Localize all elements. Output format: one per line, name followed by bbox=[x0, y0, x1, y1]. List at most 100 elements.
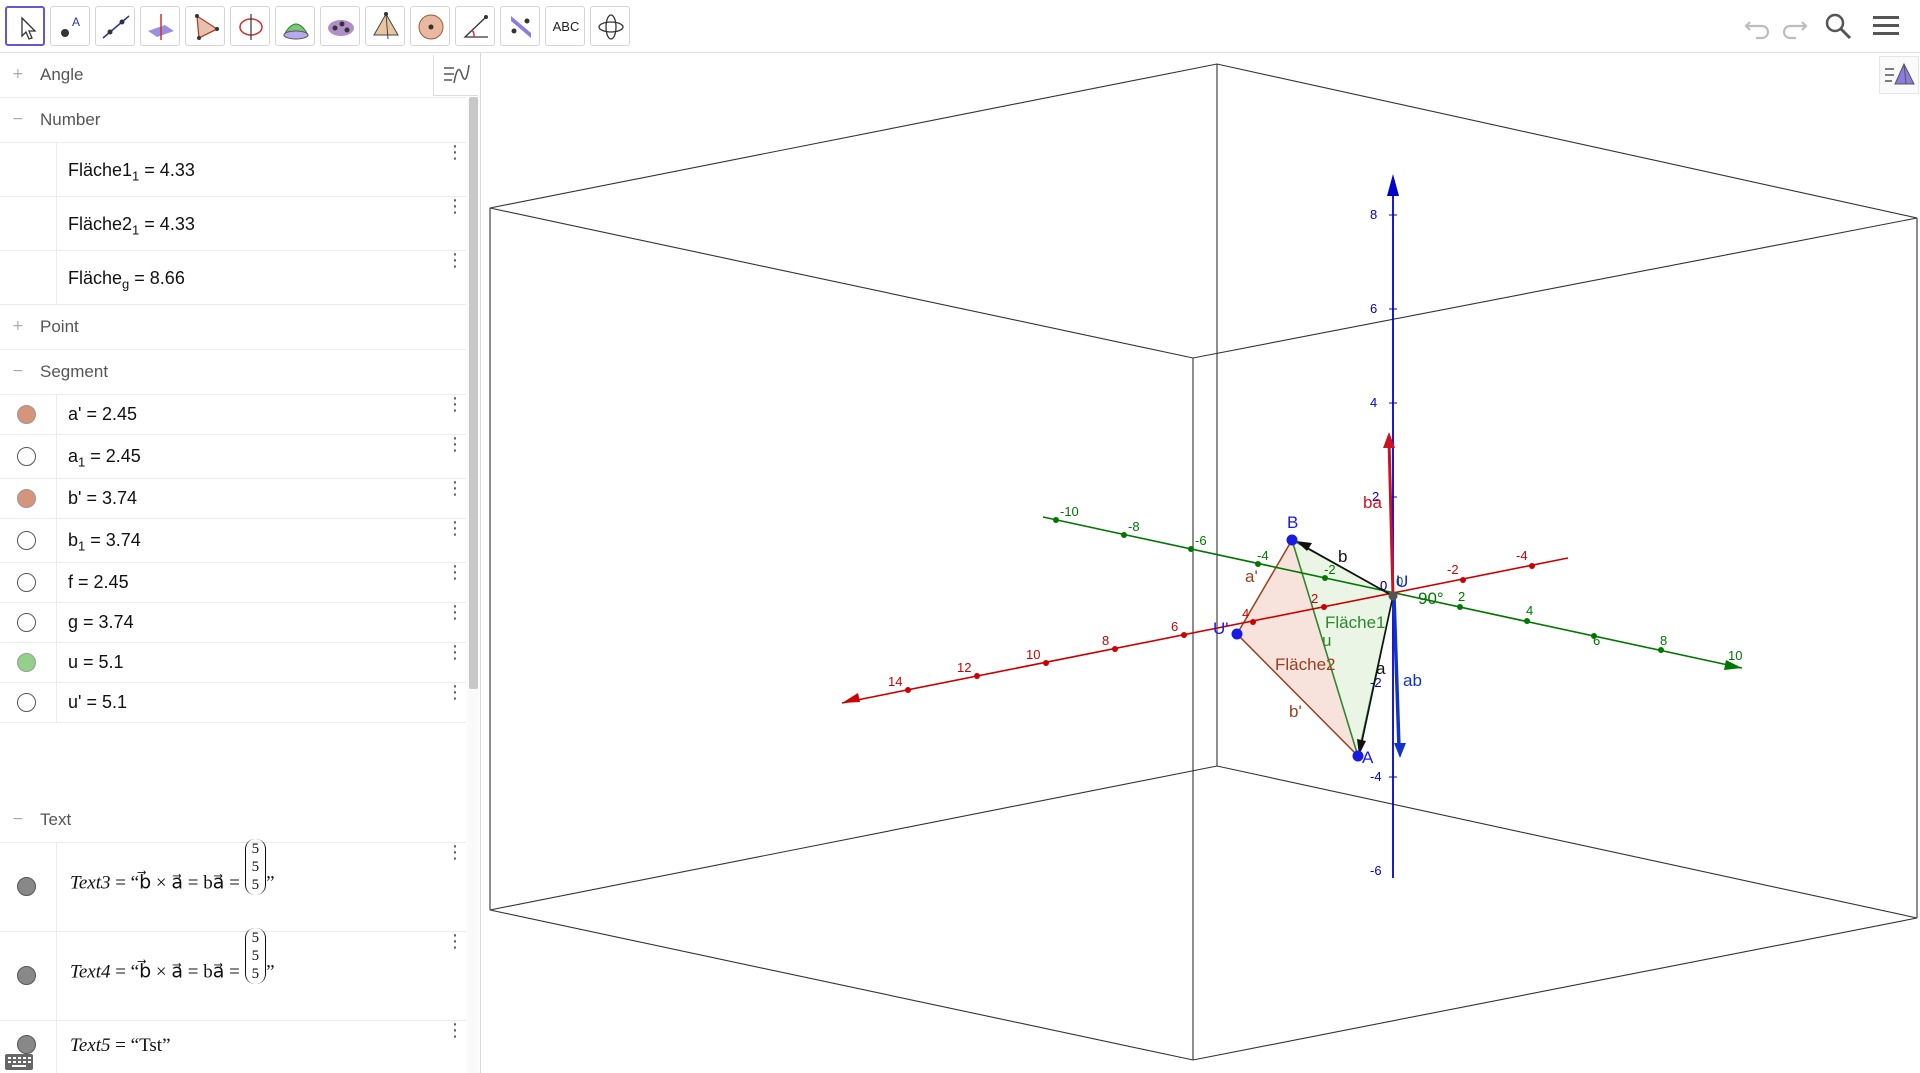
keyboard-icon[interactable] bbox=[4, 1053, 34, 1071]
more-options-icon[interactable]: ⋮ bbox=[446, 480, 464, 498]
text-row[interactable]: Text3 = “b⃗ × a⃗ = ba⃗ = 5 5 5” ⋮ bbox=[0, 839, 466, 932]
clipping-box bbox=[489, 63, 1918, 1061]
perpendicular-tool-button[interactable] bbox=[140, 6, 180, 46]
collapse-icon[interactable]: − bbox=[12, 112, 24, 126]
group-segment[interactable]: − Segment bbox=[0, 350, 466, 395]
text-row[interactable]: Text4 = “b⃗ × a⃗ = ba⃗ = 5 5 5” ⋮ bbox=[0, 928, 466, 1021]
more-options-icon[interactable]: ⋮ bbox=[446, 844, 464, 862]
visibility-toggle[interactable] bbox=[17, 404, 36, 424]
svg-text:Fläche2: Fläche2 bbox=[1275, 655, 1335, 674]
svg-text:b: b bbox=[1338, 547, 1347, 566]
circle-axis-tool-button[interactable] bbox=[230, 6, 270, 46]
pyramid-tool-button[interactable] bbox=[365, 6, 405, 46]
text-tool-button[interactable]: ABC bbox=[545, 6, 585, 46]
more-options-icon[interactable]: ⋮ bbox=[446, 198, 464, 216]
more-options-icon[interactable]: ⋮ bbox=[446, 252, 464, 270]
point-tool-button[interactable]: A bbox=[50, 6, 90, 46]
visibility-toggle[interactable] bbox=[17, 652, 36, 672]
segment-row[interactable]: b' = 3.74 ⋮ bbox=[0, 479, 466, 519]
more-options-icon[interactable]: ⋮ bbox=[446, 436, 464, 454]
graphics-3d-view[interactable]: 14 12 10 8 6 4 2 0 -2 -4 -10 -8 -6 -4 -2… bbox=[481, 53, 1920, 1073]
more-options-icon[interactable]: ⋮ bbox=[446, 396, 464, 414]
more-options-icon[interactable]: ⋮ bbox=[446, 520, 464, 538]
group-point[interactable]: + Point bbox=[0, 305, 466, 350]
more-options-icon[interactable]: ⋮ bbox=[446, 933, 464, 951]
segment-row[interactable]: g = 3.74 ⋮ bbox=[0, 603, 466, 643]
plane-tool-button[interactable] bbox=[320, 6, 360, 46]
reflect-tool-button[interactable] bbox=[500, 6, 540, 46]
visibility-toggle[interactable] bbox=[17, 966, 36, 985]
svg-text:a: a bbox=[1376, 659, 1386, 678]
visibility-toggle[interactable] bbox=[17, 488, 36, 508]
angle-icon bbox=[463, 15, 488, 38]
segment-row[interactable]: b1 = 3.74 ⋮ bbox=[0, 519, 466, 563]
perpendicular-line-icon bbox=[148, 14, 174, 40]
graphics-style-button[interactable] bbox=[1879, 56, 1919, 94]
expand-icon[interactable]: + bbox=[12, 67, 24, 81]
more-options-icon[interactable]: ⋮ bbox=[446, 144, 464, 162]
svg-text:B: B bbox=[1287, 513, 1298, 532]
point-u bbox=[1388, 591, 1398, 601]
svg-text:6: 6 bbox=[1370, 301, 1377, 316]
menu-icon[interactable] bbox=[1870, 10, 1902, 42]
more-options-icon[interactable]: ⋮ bbox=[446, 684, 464, 702]
move-tool-button[interactable] bbox=[5, 6, 45, 46]
svg-text:-4: -4 bbox=[1516, 548, 1528, 563]
svg-text:-8: -8 bbox=[1128, 519, 1140, 534]
svg-text:4: 4 bbox=[1526, 603, 1533, 618]
polygon-tool-button[interactable] bbox=[185, 6, 225, 46]
more-options-icon[interactable]: ⋮ bbox=[446, 604, 464, 622]
visibility-toggle[interactable] bbox=[17, 446, 36, 466]
svg-text:8: 8 bbox=[1102, 633, 1109, 648]
collapse-icon[interactable]: − bbox=[12, 812, 24, 826]
svg-text:6: 6 bbox=[1171, 619, 1178, 634]
expand-icon[interactable]: + bbox=[12, 319, 24, 333]
more-options-icon[interactable]: ⋮ bbox=[446, 1022, 464, 1040]
svg-text:6: 6 bbox=[1593, 633, 1600, 648]
toolbar: A ABC bbox=[0, 0, 1920, 53]
svg-text:4: 4 bbox=[1242, 606, 1249, 621]
group-angle[interactable]: + Angle bbox=[0, 53, 466, 98]
intersect-tool-button[interactable] bbox=[275, 6, 315, 46]
collapse-icon[interactable]: − bbox=[12, 364, 24, 378]
group-text[interactable]: − Text bbox=[0, 798, 466, 843]
undo-icon[interactable] bbox=[1742, 10, 1774, 42]
search-icon[interactable] bbox=[1822, 10, 1854, 42]
text-row[interactable]: Text5 = “Tst” ⋮ bbox=[0, 1021, 466, 1073]
visibility-toggle[interactable] bbox=[17, 530, 36, 550]
segment-row[interactable]: a' = 2.45 ⋮ bbox=[0, 395, 466, 435]
group-number[interactable]: − Number bbox=[0, 98, 466, 143]
segment-row[interactable]: f = 2.45 ⋮ bbox=[0, 563, 466, 603]
scrollbar-thumb[interactable] bbox=[469, 97, 478, 689]
svg-text:A: A bbox=[72, 15, 80, 29]
visibility-toggle[interactable] bbox=[17, 692, 36, 712]
line-tool-button[interactable] bbox=[95, 6, 135, 46]
svg-text:-2: -2 bbox=[1324, 562, 1336, 577]
segment-row[interactable]: u = 5.1 ⋮ bbox=[0, 643, 466, 683]
redo-icon[interactable] bbox=[1778, 10, 1810, 42]
sphere-tool-button[interactable] bbox=[410, 6, 450, 46]
rotate-view-tool-button[interactable] bbox=[590, 6, 630, 46]
text-icon: ABC bbox=[552, 19, 580, 34]
rotate-view-icon bbox=[598, 14, 624, 40]
number-row[interactable]: Flächeg = 8.66 ⋮ bbox=[0, 251, 466, 305]
point-u-prime bbox=[1231, 628, 1243, 640]
vector-matrix: 555 bbox=[244, 839, 267, 895]
svg-text:2: 2 bbox=[1458, 589, 1465, 604]
svg-text:10: 10 bbox=[1728, 648, 1742, 663]
number-row[interactable]: Fläche11 = 4.33 ⋮ bbox=[0, 143, 466, 197]
visibility-toggle[interactable] bbox=[17, 572, 36, 592]
more-options-icon[interactable]: ⋮ bbox=[446, 644, 464, 662]
visibility-toggle[interactable] bbox=[17, 877, 36, 896]
point-icon: A bbox=[61, 15, 80, 37]
segment-row[interactable]: u' = 5.1 ⋮ bbox=[0, 683, 466, 723]
more-options-icon[interactable]: ⋮ bbox=[446, 564, 464, 582]
svg-text:Fläche1: Fläche1 bbox=[1325, 613, 1385, 632]
segment-row[interactable]: a1 = 2.45 ⋮ bbox=[0, 435, 466, 479]
number-row[interactable]: Fläche21 = 4.33 ⋮ bbox=[0, 197, 466, 251]
svg-text:90°: 90° bbox=[1418, 589, 1444, 608]
angle-tool-button[interactable] bbox=[455, 6, 495, 46]
visibility-toggle[interactable] bbox=[17, 1035, 36, 1054]
visibility-toggle[interactable] bbox=[17, 612, 36, 632]
circle-axis-icon bbox=[239, 14, 263, 40]
